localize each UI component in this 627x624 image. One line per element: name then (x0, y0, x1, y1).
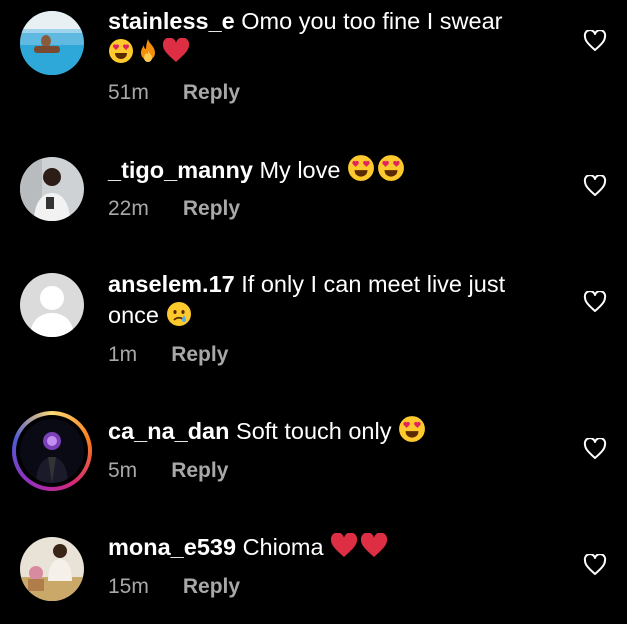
crying-face-emoji-icon (166, 301, 192, 335)
comment-username[interactable]: anselem.17 (108, 271, 235, 297)
comment-time: 1m (108, 343, 138, 366)
comment-username[interactable]: stainless_e (108, 8, 235, 34)
reply-button[interactable]: Reply (171, 459, 228, 482)
heart-outline-icon[interactable] (583, 175, 607, 197)
red-heart-emoji-icon (330, 532, 358, 567)
comment-body: ca_na_dan Soft touch only (108, 415, 548, 451)
comment-meta: 22m Reply (108, 197, 240, 221)
comment-username[interactable]: ca_na_dan (108, 418, 229, 444)
comment-time: 51m (108, 81, 149, 104)
avatar[interactable] (20, 11, 84, 75)
reply-button[interactable]: Reply (183, 197, 240, 220)
heart-eyes-emoji-icon (347, 154, 375, 190)
red-heart-emoji-icon (162, 37, 190, 72)
comment-time: 5m (108, 459, 138, 482)
avatar[interactable] (20, 157, 84, 221)
heart-eyes-emoji-icon (108, 38, 134, 72)
avatar[interactable] (20, 419, 84, 483)
comment-body: _tigo_manny My love (108, 154, 548, 190)
comment-text: Omo you too fine I swear (241, 8, 503, 34)
story-ring[interactable] (12, 411, 92, 491)
comment-meta: 15m Reply (108, 575, 240, 599)
comment-body: mona_e539 Chioma (108, 532, 548, 567)
comment-meta: 1m Reply (108, 343, 228, 367)
comment-text: My love (259, 157, 341, 183)
comment-body: anselem.17 If only I can meet live just … (108, 269, 558, 335)
heart-eyes-emoji-icon (377, 154, 405, 190)
comment-body: stainless_e Omo you too fine I swear (108, 6, 548, 72)
fire-emoji-icon (136, 38, 160, 72)
comment-text: Soft touch only (236, 418, 392, 444)
heart-outline-icon[interactable] (583, 291, 607, 313)
comment-time: 22m (108, 197, 149, 220)
avatar[interactable] (20, 273, 84, 337)
red-heart-emoji-icon (360, 532, 388, 567)
avatar[interactable] (20, 537, 84, 601)
comment-meta: 51m Reply (108, 81, 240, 105)
reply-button[interactable]: Reply (183, 81, 240, 104)
reply-button[interactable]: Reply (171, 343, 228, 366)
comment-meta: 5m Reply (108, 459, 228, 483)
comment-username[interactable]: mona_e539 (108, 534, 236, 560)
comment-time: 15m (108, 575, 149, 598)
heart-outline-icon[interactable] (583, 438, 607, 460)
reply-button[interactable]: Reply (183, 575, 240, 598)
comment-text: Chioma (242, 534, 324, 560)
heart-outline-icon[interactable] (583, 30, 607, 52)
heart-eyes-emoji-icon (398, 415, 426, 451)
heart-outline-icon[interactable] (583, 554, 607, 576)
comment-username[interactable]: _tigo_manny (108, 157, 253, 183)
